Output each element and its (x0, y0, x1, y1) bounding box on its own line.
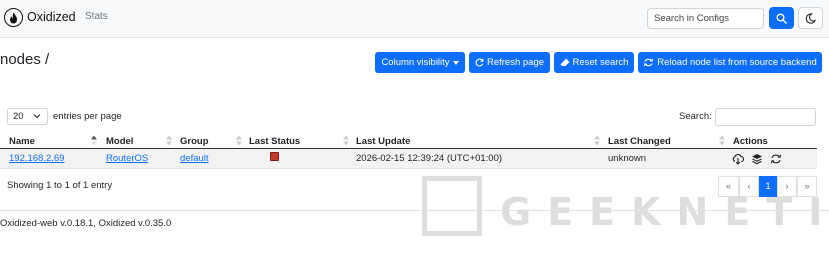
page-length-select[interactable]: 20 (7, 108, 48, 125)
table-search-label: Search: (679, 111, 712, 122)
reload-node-list-label: Reload node list from source backend (657, 57, 817, 68)
sort-icon[interactable] (594, 135, 600, 146)
column-header-last-changed[interactable]: Last Changed (608, 133, 671, 149)
sync-icon[interactable] (770, 153, 782, 165)
reload-node-list-button[interactable]: Reload node list from source backend (638, 52, 822, 73)
status-failed-indicator (270, 152, 279, 161)
eraser-icon (560, 58, 569, 66)
node-group-link[interactable]: default (180, 153, 209, 164)
refresh-page-button[interactable]: Refresh page (469, 52, 550, 73)
page-title: nodes / (0, 51, 50, 68)
pagination-next[interactable]: › (777, 176, 797, 197)
sort-icon[interactable] (166, 135, 172, 146)
sort-ascending-icon[interactable] (91, 135, 97, 146)
table-info: Showing 1 to 1 of 1 entry (7, 180, 113, 191)
watermark-logo-icon (422, 176, 482, 236)
page-length-label: entries per page (53, 111, 122, 122)
pagination-page-1[interactable]: 1 (759, 176, 777, 197)
reset-search-label: Reset search (572, 57, 629, 68)
node-last-changed: unknown (608, 153, 647, 164)
brand-name[interactable]: Oxidized (27, 10, 76, 24)
table-search-input[interactable] (715, 108, 816, 126)
config-search-input[interactable] (647, 8, 764, 29)
node-name-link[interactable]: 192.168.2.69 (9, 153, 64, 164)
sync-icon (644, 58, 654, 67)
column-header-last-status[interactable]: Last Status (249, 133, 300, 149)
sort-icon[interactable] (236, 135, 242, 146)
sort-icon[interactable] (343, 135, 349, 146)
column-visibility-button[interactable]: Column visibility (375, 52, 465, 73)
reset-search-button[interactable]: Reset search (554, 52, 634, 73)
node-last-update: 2026-02-15 12:39:24 (UTC+01:00) (356, 153, 503, 164)
theme-toggle-button[interactable] (798, 7, 823, 29)
page-length-value: 20 (13, 111, 24, 122)
pagination-prev[interactable]: ‹ (739, 176, 759, 197)
nav-link-stats[interactable]: Stats (85, 11, 108, 22)
column-header-last-update[interactable]: Last Update (356, 133, 410, 149)
footer-version: Oxidized-web v.0.18.1, Oxidized v.0.35.0 (0, 218, 172, 229)
refresh-icon (475, 58, 484, 67)
refresh-page-label: Refresh page (486, 57, 545, 68)
chevron-down-icon (33, 114, 41, 119)
pagination-first[interactable]: « (718, 176, 739, 197)
pagination-last[interactable]: » (797, 176, 817, 197)
column-header-model[interactable]: Model (106, 133, 133, 149)
download-icon[interactable] (732, 153, 744, 165)
caret-down-icon (452, 60, 459, 65)
footer-divider (0, 210, 829, 211)
column-header-group[interactable]: Group (180, 133, 209, 149)
sort-icon[interactable] (719, 135, 725, 146)
oxidized-logo-icon[interactable] (4, 8, 23, 27)
navbar: Oxidized Stats (0, 0, 829, 38)
column-header-name[interactable]: Name (9, 133, 35, 149)
node-model-link[interactable]: RouterOS (106, 153, 148, 164)
search-button[interactable] (769, 7, 794, 29)
column-header-actions: Actions (733, 135, 768, 147)
search-icon (776, 13, 787, 24)
column-visibility-label: Column visibility (381, 57, 450, 68)
layers-icon[interactable] (751, 153, 763, 165)
moon-icon (805, 12, 816, 24)
